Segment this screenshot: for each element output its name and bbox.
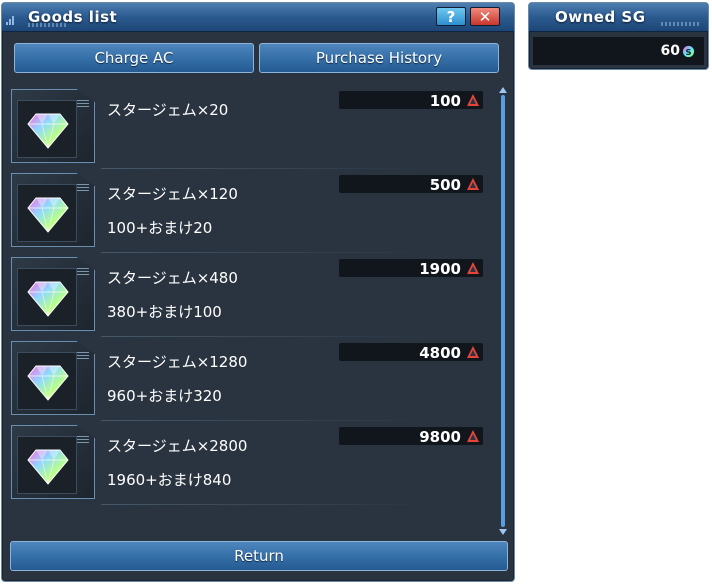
item-name: スタージェム×20 [107, 101, 229, 119]
item-name: スタージェム×120 [107, 185, 238, 203]
item-price: 4800 [339, 343, 483, 362]
star-gem-icon [27, 449, 69, 485]
item-bonus: 380+おまけ100 [107, 303, 222, 321]
item-price-value: 4800 [419, 344, 461, 362]
close-icon: ✕ [478, 7, 492, 26]
item-thumbnail [11, 425, 95, 499]
owned-sg-row: 60 S [533, 37, 704, 65]
goods-item[interactable]: スタージェム×2800 1960+おまけ840 9800 [11, 421, 491, 505]
ac-currency-icon [467, 346, 479, 358]
item-name: スタージェム×480 [107, 269, 238, 287]
owned-sg-title: Owned SG [555, 8, 646, 26]
item-price-value: 100 [429, 92, 461, 110]
list-scrollbar[interactable] [498, 87, 508, 535]
goods-list-window: Goods list ? ✕ Charge AC Purchase Histor… [1, 2, 515, 582]
owned-sg-titlebar: Owned SG [529, 3, 708, 32]
goods-item[interactable]: スタージェム×1280 960+おまけ320 4800 [11, 337, 491, 421]
star-gem-icon [27, 113, 69, 149]
item-price-value: 500 [429, 176, 461, 194]
item-price: 9800 [339, 427, 483, 446]
scroll-thumb[interactable] [501, 95, 505, 527]
signal-icon [6, 15, 16, 25]
item-bonus: 960+おまけ320 [107, 387, 222, 405]
item-thumbnail [11, 341, 95, 415]
item-price-value: 1900 [419, 260, 461, 278]
item-image-frame [17, 268, 77, 326]
ac-currency-icon [467, 94, 479, 106]
item-thumbnail [11, 89, 95, 163]
close-button[interactable]: ✕ [470, 7, 500, 26]
item-bonus: 1960+おまけ840 [107, 471, 232, 489]
ac-currency-icon [467, 178, 479, 190]
item-divider [101, 504, 431, 505]
item-bonus: 100+おまけ20 [107, 219, 213, 237]
scroll-down-icon[interactable] [499, 529, 507, 535]
thumbnail-tag-icon [77, 184, 89, 192]
scroll-up-icon[interactable] [499, 87, 507, 93]
owned-sg-window: Owned SG 60 S [528, 2, 709, 70]
goods-item[interactable]: スタージェム×120 100+おまけ20 500 [11, 169, 491, 253]
sg-currency-icon: S [682, 45, 695, 58]
item-price: 500 [339, 175, 483, 194]
item-price: 100 [339, 91, 483, 110]
help-button[interactable]: ? [436, 7, 466, 26]
thumbnail-tag-icon [77, 268, 89, 276]
svg-text:S: S [685, 47, 691, 57]
item-name: スタージェム×1280 [107, 353, 248, 371]
thumbnail-tag-icon [77, 100, 89, 108]
purchase-history-button[interactable]: Purchase History [259, 43, 499, 73]
goods-list-titlebar: Goods list ? ✕ [2, 3, 514, 32]
star-gem-icon [27, 365, 69, 401]
thumbnail-tag-icon [77, 436, 89, 444]
title-decoration [28, 23, 68, 27]
thumbnail-tag-icon [77, 352, 89, 360]
owned-sg-value: 60 [660, 43, 680, 59]
item-price-value: 9800 [419, 428, 461, 446]
goods-list: スタージェム×20 100 スタージェム×120 100+おまけ20 500 ス… [11, 85, 497, 535]
item-image-frame [17, 352, 77, 410]
star-gem-icon [27, 197, 69, 233]
item-thumbnail [11, 257, 95, 331]
title-decoration [661, 22, 701, 26]
item-image-frame [17, 436, 77, 494]
ac-currency-icon [467, 430, 479, 442]
charge-ac-button[interactable]: Charge AC [14, 43, 254, 73]
item-image-frame [17, 184, 77, 242]
item-price: 1900 [339, 259, 483, 278]
goods-item[interactable]: スタージェム×480 380+おまけ100 1900 [11, 253, 491, 337]
ac-currency-icon [467, 262, 479, 274]
item-image-frame [17, 100, 77, 158]
star-gem-icon [27, 281, 69, 317]
return-button[interactable]: Return [10, 541, 508, 571]
item-thumbnail [11, 173, 95, 247]
item-name: スタージェム×2800 [107, 437, 248, 455]
goods-item[interactable]: スタージェム×20 100 [11, 85, 491, 169]
